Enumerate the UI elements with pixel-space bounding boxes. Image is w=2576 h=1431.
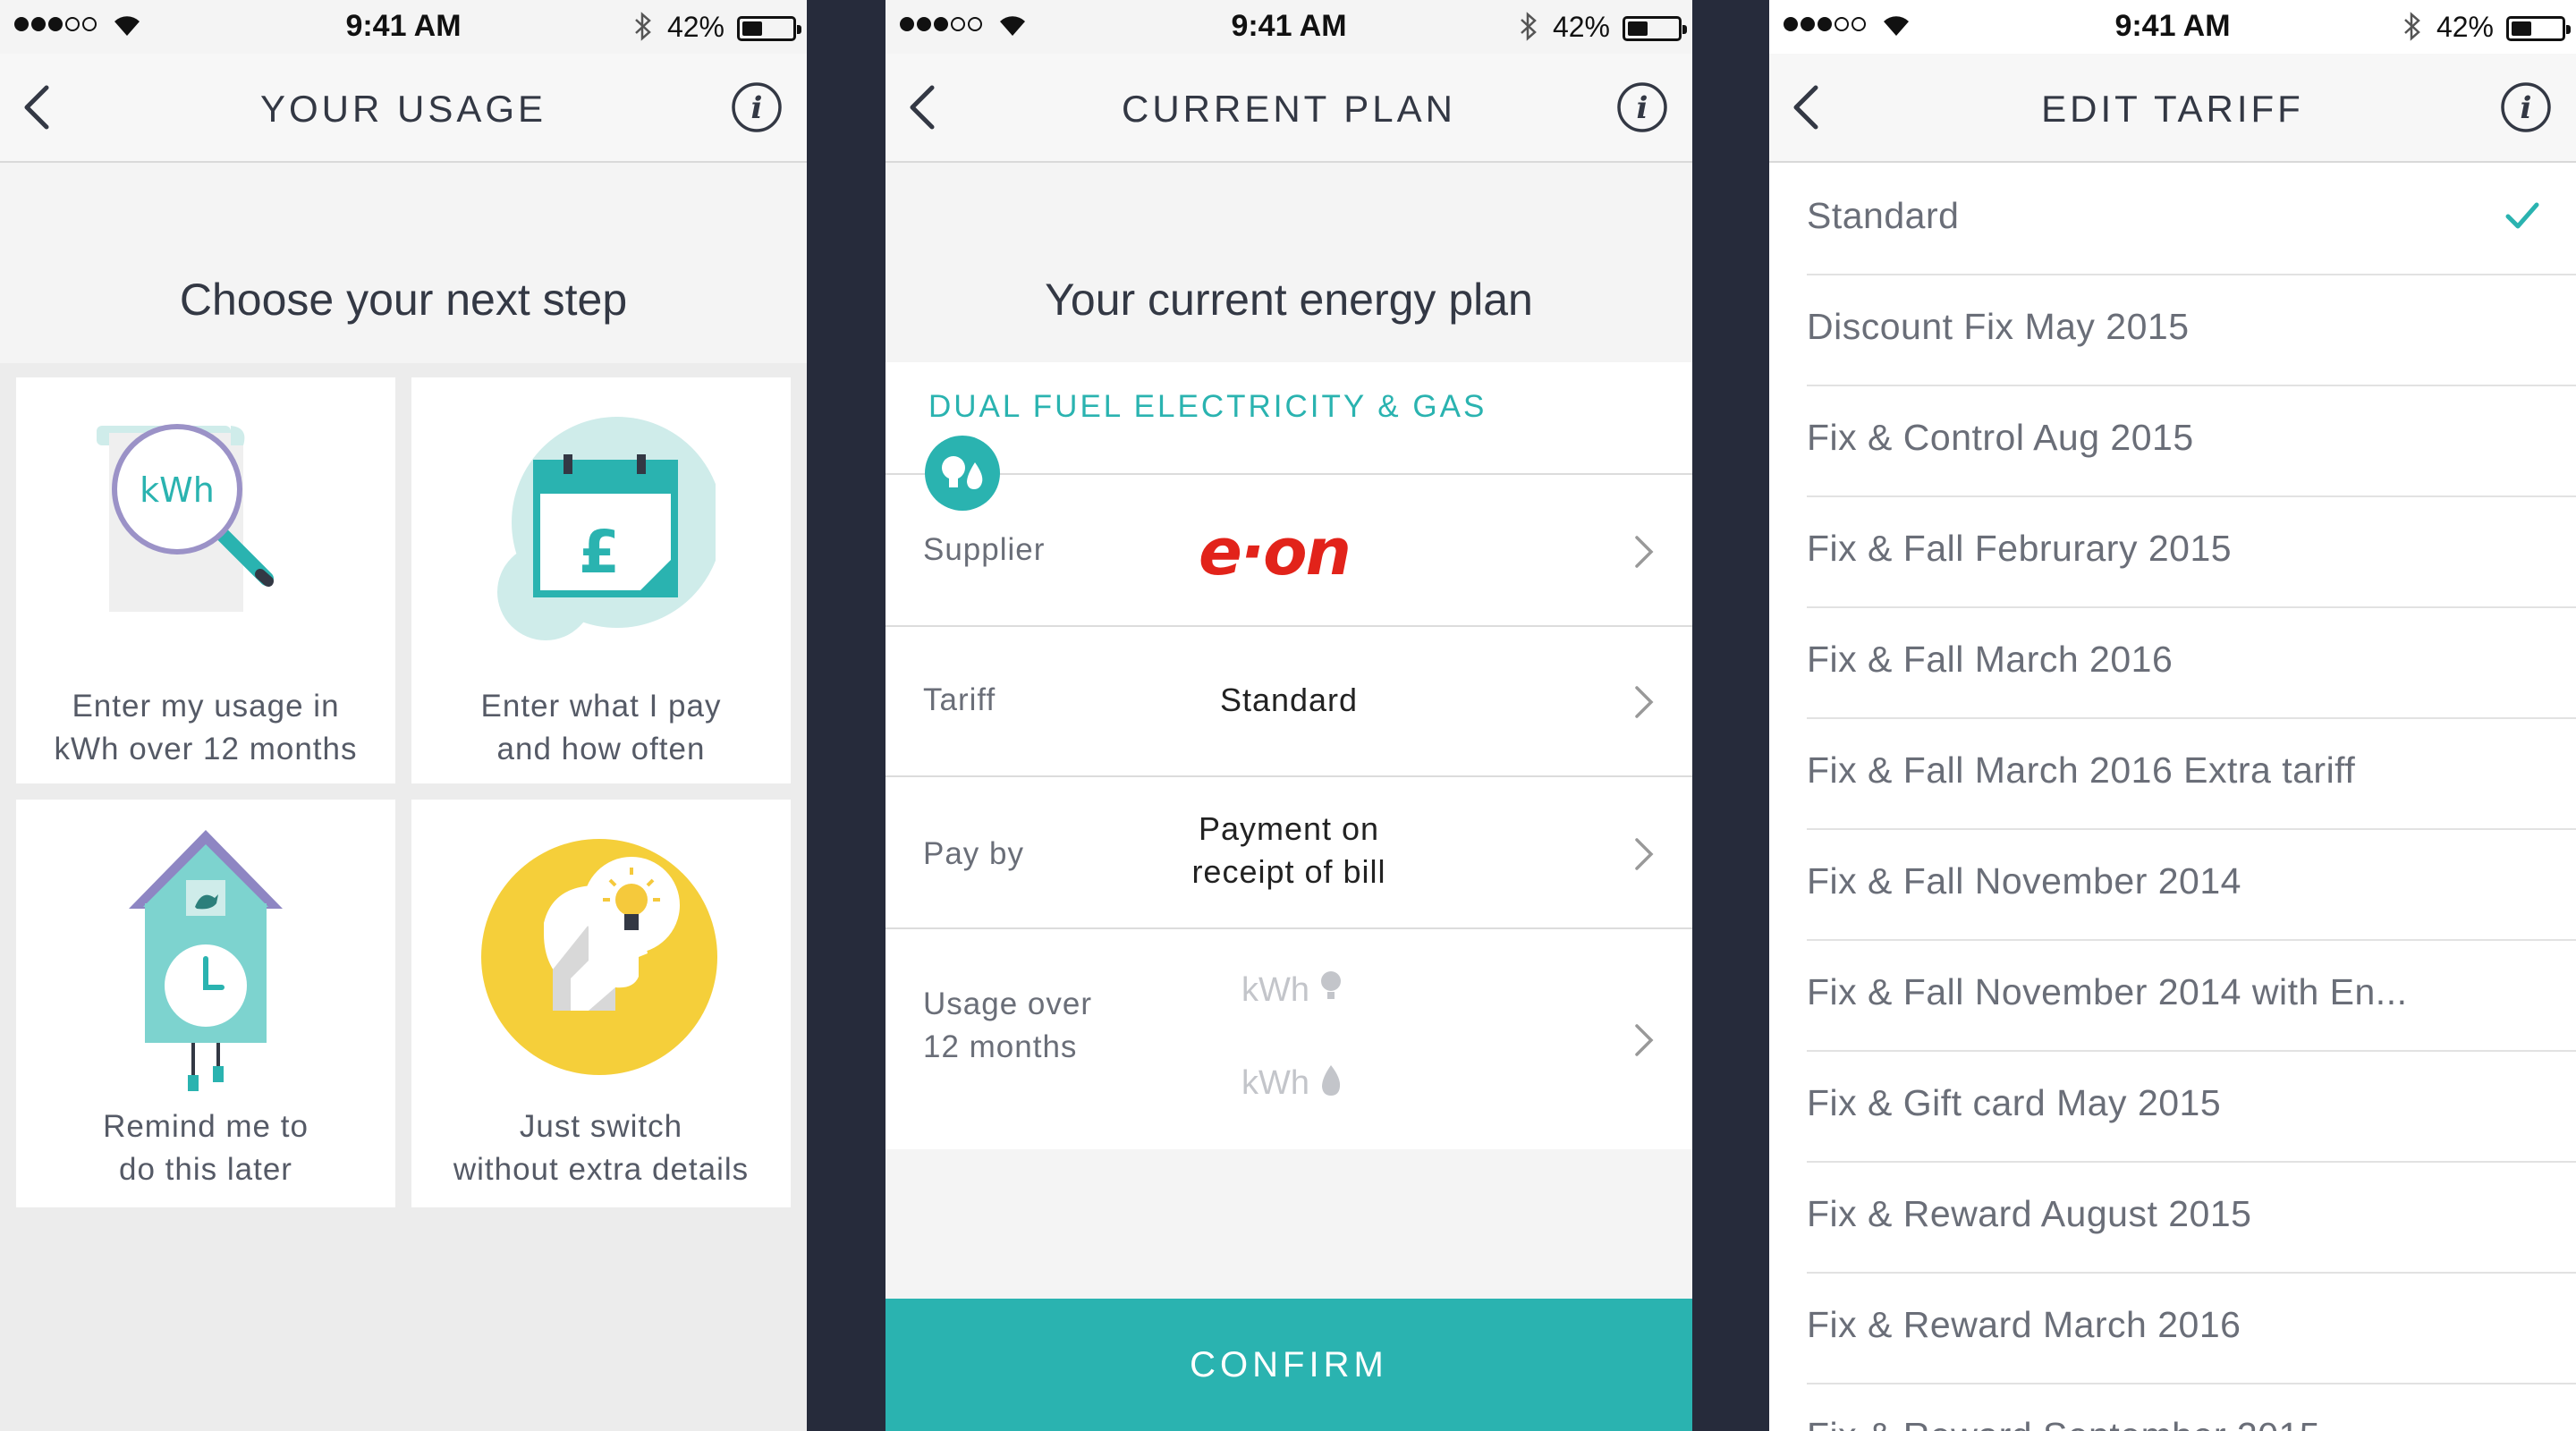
checkmark-icon	[2505, 202, 2539, 229]
battery-icon	[1623, 16, 1687, 41]
chevron-right-icon	[1635, 536, 1654, 568]
tariff-option[interactable]: Fix & Fall March 2016 Extra tariff	[1807, 719, 2576, 830]
tariff-option[interactable]: Fix & Fall March 2016	[1807, 608, 2576, 719]
section-heading: Choose your next step	[179, 275, 628, 325]
option-label: Enter my usage in kWh over 12 months	[54, 689, 358, 766]
pound-calendar-icon: £	[497, 417, 716, 640]
svg-text:kWh: kWh	[140, 470, 215, 510]
supplier-label: Supplier	[923, 532, 1046, 567]
nav-bar: YOUR USAGE i	[0, 54, 807, 163]
screen-edit-tariff: 9:41 AM 42% EDIT TARIFF i Standard Discou…	[1769, 0, 2576, 1431]
tariff-option-label: Fix & Fall Februrary 2015	[1807, 528, 2233, 569]
tariff-option[interactable]: Discount Fix May 2015	[1807, 275, 2576, 386]
nav-bar: EDIT TARIFF i	[1769, 54, 2576, 163]
usage-row[interactable]: Usage over 12 months kWh kWh	[886, 927, 1692, 1149]
screen-your-usage: 9:41 AM 42% YOUR USAGE i Choose your nex…	[0, 0, 807, 1431]
tariff-option[interactable]: Fix & Gift card May 2015	[1807, 1052, 2576, 1163]
info-button[interactable]: i	[730, 80, 784, 134]
tariff-option-label: Fix & Control Aug 2015	[1807, 417, 2194, 458]
plan-details: DUAL FUEL ELECTRICITY & GAS Supplier e·o…	[886, 362, 1692, 1149]
tariff-option-label: Discount Fix May 2015	[1807, 306, 2190, 347]
battery-percent: 42%	[2436, 11, 2494, 43]
tariff-option[interactable]: Standard	[1807, 165, 2576, 275]
svg-text:i: i	[751, 90, 763, 126]
tariff-option-label: Fix & Reward March 2016	[1807, 1304, 2241, 1345]
screen-current-plan: 9:41 AM 42% CURRENT PLAN i Your current …	[886, 0, 1692, 1431]
option-just-switch[interactable]: Just switch without extra details	[411, 800, 791, 1207]
tariff-option-label: Fix & Reward August 2015	[1807, 1193, 2252, 1234]
tariff-option-label: Fix & Reward September 2015	[1807, 1415, 2320, 1431]
status-bar: 9:41 AM 42%	[0, 0, 807, 54]
option-enter-payment[interactable]: £ Enter what I pay and how often	[411, 377, 791, 783]
pay-by-row[interactable]: Pay by Payment on receipt of bill	[886, 775, 1692, 927]
electricity-usage-input[interactable]: kWh	[1241, 970, 1343, 1010]
info-button[interactable]: i	[2499, 80, 2553, 134]
battery-percent: 42%	[1552, 11, 1610, 43]
tariff-option-label: Fix & Gift card May 2015	[1807, 1082, 2222, 1123]
bluetooth-icon	[2404, 12, 2420, 41]
nav-bar: CURRENT PLAN i	[886, 54, 1692, 163]
tariff-option-label: Fix & Fall November 2014 with En...	[1807, 971, 2408, 1012]
bluetooth-icon	[635, 12, 651, 41]
tariff-row[interactable]: Tariff Standard	[886, 625, 1692, 775]
flame-icon	[1321, 1065, 1340, 1096]
kwh-magnifier-icon: kWh	[97, 424, 274, 612]
svg-text:£: £	[579, 518, 620, 587]
option-label: Remind me to do this later	[103, 1109, 309, 1187]
usage-label: Usage over 12 months	[923, 986, 1092, 1064]
tariff-option[interactable]: Fix & Reward August 2015	[1807, 1163, 2576, 1274]
chevron-right-icon	[1635, 838, 1654, 870]
tariff-option[interactable]: Fix & Fall November 2014	[1807, 830, 2576, 941]
page-title: EDIT TARIFF	[2041, 88, 2304, 130]
option-remind-later[interactable]: Remind me to do this later	[16, 800, 395, 1207]
supplier-row[interactable]: Supplier e·on	[886, 473, 1692, 625]
cuckoo-clock-icon	[129, 830, 283, 1091]
tariff-option[interactable]: Fix & Reward March 2016	[1807, 1274, 2576, 1384]
svg-text:i: i	[2521, 90, 2532, 126]
tariff-option[interactable]: Fix & Fall Februrary 2015	[1807, 497, 2576, 608]
svg-text:i: i	[1637, 90, 1648, 126]
option-label: Enter what I pay and how often	[480, 689, 722, 766]
lightbulb-icon	[1320, 971, 1341, 999]
tariff-option[interactable]: Fix & Fall November 2014 with En...	[1807, 941, 2576, 1052]
tariff-option[interactable]: Fix & Control Aug 2015	[1807, 386, 2576, 497]
option-enter-kwh[interactable]: kWh Enter my usage in kWh over 12 months	[16, 377, 395, 783]
confirm-button[interactable]: CONFIRM	[886, 1299, 1692, 1431]
options-grid: kWh Enter my usage in kWh over 12 months …	[0, 363, 807, 1431]
bluetooth-icon	[1521, 12, 1537, 41]
dual-fuel-icon	[925, 436, 1000, 511]
option-label: Just switch without extra details	[453, 1109, 750, 1187]
battery-icon	[737, 16, 801, 41]
tariff-option-label: Standard	[1807, 195, 1960, 236]
info-button[interactable]: i	[1615, 80, 1669, 134]
tariff-value: Standard	[1219, 682, 1359, 718]
fuel-type-label: DUAL FUEL ELECTRICITY & GAS	[928, 389, 1487, 424]
section-heading: Your current energy plan	[1045, 275, 1533, 325]
battery-icon	[2506, 16, 2571, 41]
tariff-option-label: Fix & Fall March 2016	[1807, 639, 2174, 680]
supplier-logo: e·on	[1199, 514, 1352, 589]
page-title: YOUR USAGE	[259, 88, 547, 130]
tariff-option-label: Fix & Fall November 2014	[1807, 860, 2241, 902]
tariff-option-label: Fix & Fall March 2016 Extra tariff	[1807, 749, 2356, 791]
lightbulb-head-icon	[481, 839, 717, 1075]
tariff-option[interactable]: Fix & Reward September 2015	[1807, 1384, 2576, 1431]
gas-usage-input[interactable]: kWh	[1241, 1063, 1343, 1103]
chevron-right-icon	[1635, 686, 1654, 718]
tariff-list: Standard Discount Fix May 2015 Fix & Contr…	[1769, 165, 2576, 1431]
chevron-right-icon	[1635, 1024, 1654, 1056]
page-title: CURRENT PLAN	[1122, 88, 1456, 130]
pay-by-value: Payment on receipt of bill	[1191, 810, 1386, 890]
status-bar: 9:41 AM 42%	[1769, 0, 2576, 54]
status-bar: 9:41 AM 42%	[886, 0, 1692, 54]
battery-percent: 42%	[666, 11, 724, 43]
